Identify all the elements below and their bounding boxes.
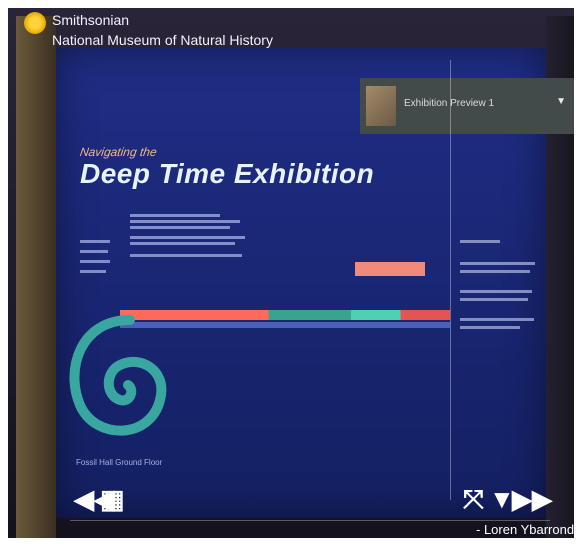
triangle-down-icon[interactable]: ▼ (489, 484, 515, 515)
timeline-highlight-bar (355, 262, 425, 276)
exhibit-title: Deep Time Exhibition (80, 158, 375, 189)
panel-text-line (130, 214, 220, 217)
panel-text-line (80, 270, 106, 273)
chevron-down-icon[interactable]: ▼ (556, 96, 566, 107)
panel-text-line (460, 270, 530, 273)
panel-text-line (130, 220, 240, 223)
panel-text-line (80, 250, 108, 253)
floor-caption: Fossil Hall Ground Floor (76, 458, 163, 467)
scene-selector-dropdown[interactable]: Exhibition Preview 1 ▼ (360, 78, 574, 134)
panel-text-line (460, 262, 535, 265)
panel-text-line (130, 242, 235, 245)
wall-frame-left (16, 16, 56, 538)
museum-name: National Museum of Natural History (52, 32, 273, 48)
smithsonian-sun-logo-icon (24, 12, 46, 34)
panel-text-line (460, 318, 534, 321)
photo-credit: - Loren Ybarrondo (476, 522, 582, 537)
deep-time-spiral-graphic (69, 315, 167, 436)
panel-text-line (460, 290, 532, 293)
scene-thumbnail (366, 86, 396, 126)
bottom-divider (70, 520, 550, 521)
exhibit-subtitle: Navigating the (79, 145, 158, 159)
fast-forward-icon[interactable]: ▶▶ (512, 484, 552, 515)
brand-name: Smithsonian (52, 12, 130, 28)
panel-text-line (460, 326, 520, 329)
collapse-icon[interactable]: ⤧ (463, 484, 484, 516)
grid-icon[interactable]: ▦ (100, 484, 125, 515)
panel-text-line (460, 240, 500, 243)
panel-text-line (130, 236, 245, 239)
panel-text-line (80, 260, 110, 263)
panel-text-line (460, 298, 528, 301)
panel-divider (450, 60, 451, 500)
panel-text-line (80, 240, 110, 243)
panel-text-line (130, 254, 242, 257)
panel-text-line (130, 226, 230, 229)
